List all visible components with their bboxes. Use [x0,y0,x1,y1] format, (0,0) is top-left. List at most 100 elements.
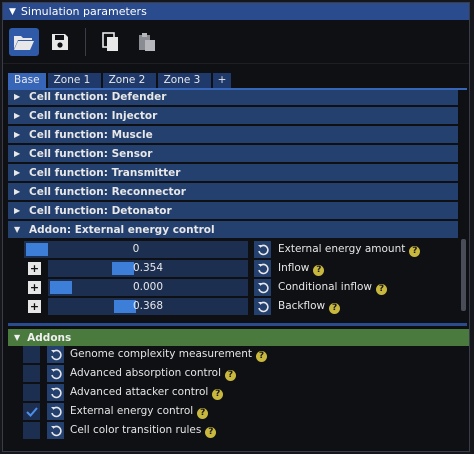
inflow-slider[interactable]: 0.354 [48,260,248,277]
section-title: Cell function: Muscle [29,128,153,141]
section-sensor[interactable]: ▶ Cell function: Sensor [8,145,458,162]
vertical-scrollbar[interactable] [461,239,466,311]
zone-tabs: Base Zone 1 Zone 2 Zone 3 + [8,73,232,88]
expand-plus-button[interactable]: + [28,281,41,294]
reset-button[interactable] [254,260,271,277]
addon-advanced-attacker: Advanced attacker control? [7,384,407,401]
section-title: Cell function: Injector [29,109,158,122]
addon-label: Genome complexity measurement? [70,346,268,363]
help-icon[interactable]: ? [205,427,217,438]
reset-button[interactable] [47,365,64,382]
reset-icon [50,406,62,417]
reset-button[interactable] [47,422,64,439]
reset-button[interactable] [47,346,64,363]
folder-open-icon [14,35,34,50]
conditional-inflow-slider[interactable]: 0.000 [48,279,248,296]
reset-button[interactable] [254,279,271,296]
copy-button[interactable] [96,28,126,56]
expand-plus-button[interactable]: + [28,300,41,313]
reset-button[interactable] [254,241,271,258]
reset-icon [50,368,62,379]
checkmark-icon [25,406,38,417]
copy-icon [102,31,118,51]
addon-checkbox[interactable] [23,384,40,401]
expand-arrow-icon: ▶ [14,149,21,158]
param-backflow: + 0.368 Backflow? [8,298,458,315]
section-title: Cell function: Transmitter [29,166,181,179]
reset-icon [257,282,269,293]
tab-zone-2[interactable]: Zone 2 [102,73,156,88]
reset-icon [257,244,269,255]
section-reconnector[interactable]: ▶ Cell function: Reconnector [8,183,458,200]
addon-checkbox[interactable] [23,403,40,420]
slider-value: 0 [132,243,140,255]
addons-header[interactable]: ▼ Addons [8,329,469,346]
reset-icon [50,387,62,398]
tab-base[interactable]: Base [8,73,46,88]
external-energy-amount-slider[interactable]: 0 [24,241,248,258]
window-title: Simulation parameters [20,5,147,18]
section-transmitter[interactable]: ▶ Cell function: Transmitter [8,164,458,181]
addon-label: Advanced attacker control? [70,384,224,401]
save-button[interactable] [45,28,75,56]
section-title: Addon: External energy control [29,223,215,236]
help-icon[interactable]: ? [313,265,325,276]
addon-cell-color-transition: Cell color transition rules? [7,422,407,439]
backflow-slider[interactable]: 0.368 [48,298,248,315]
splitter[interactable] [8,323,467,326]
addon-checkbox[interactable] [23,346,40,363]
param-label: External energy amount? [278,241,421,258]
open-button[interactable] [9,27,39,56]
help-icon[interactable]: ? [225,370,237,381]
expand-arrow-icon: ▶ [14,168,21,177]
collapse-triangle-icon[interactable]: ▼ [9,7,16,17]
collapse-arrow-icon: ▼ [14,333,21,342]
reset-icon [50,349,62,360]
addons-title: Addons [27,331,72,344]
param-label: Conditional inflow? [278,279,387,296]
expand-arrow-icon: ▶ [14,130,21,139]
addon-label: External energy control? [70,403,209,420]
help-icon[interactable]: ? [256,351,268,362]
slider-value: 0.368 [132,300,164,312]
toolbar-separator [85,27,86,56]
window-titlebar[interactable]: ▼ Simulation parameters [3,3,469,20]
tab-zone-3[interactable]: Zone 3 [157,73,211,88]
addon-advanced-absorption: Advanced absorption control? [7,365,407,382]
help-icon[interactable]: ? [197,408,209,419]
reset-button[interactable] [254,298,271,315]
section-muscle[interactable]: ▶ Cell function: Muscle [8,126,458,143]
reset-icon [257,263,269,274]
param-inflow: + 0.354 Inflow? [8,260,458,277]
param-label: Inflow? [278,260,325,277]
add-zone-tab[interactable]: + [212,73,232,88]
collapse-arrow-icon: ▼ [14,225,21,234]
parameters-scroll-area[interactable]: ▶ Cell function: Defender ▶ Cell functio… [8,90,467,323]
section-title: Cell function: Sensor [29,147,153,160]
expand-plus-button[interactable]: + [28,262,41,275]
expand-arrow-icon: ▶ [14,187,21,196]
addon-checkbox[interactable] [23,365,40,382]
help-icon[interactable]: ? [376,284,387,295]
expand-arrow-icon: ▶ [14,92,21,101]
param-label: Backflow? [278,298,341,315]
tab-zone-1[interactable]: Zone 1 [47,73,101,88]
reset-button[interactable] [47,384,64,401]
section-defender[interactable]: ▶ Cell function: Defender [8,90,458,105]
section-injector[interactable]: ▶ Cell function: Injector [8,107,458,124]
section-title: Cell function: Detonator [29,204,172,217]
addon-label: Cell color transition rules? [70,422,217,439]
section-detonator[interactable]: ▶ Cell function: Detonator [8,202,458,219]
help-icon[interactable]: ? [409,246,421,257]
paste-button[interactable] [132,28,162,56]
addon-checkbox[interactable] [23,422,40,439]
section-external-energy-control[interactable]: ▼ Addon: External energy control [8,221,458,238]
help-icon[interactable]: ? [329,303,341,314]
help-icon[interactable]: ? [212,389,224,400]
toolbar [3,20,469,64]
reset-button[interactable] [47,403,64,420]
expand-arrow-icon: ▶ [14,206,21,215]
section-title: Cell function: Defender [29,90,167,103]
save-icon [52,33,68,50]
section-title: Cell function: Reconnector [29,185,186,198]
